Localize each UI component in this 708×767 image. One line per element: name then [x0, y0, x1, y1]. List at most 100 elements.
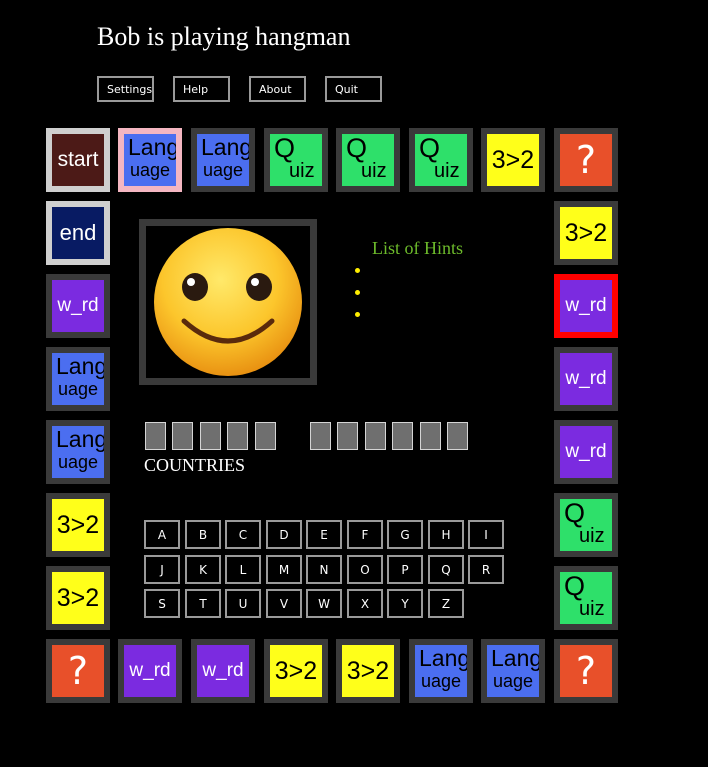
letter-key[interactable]: B — [185, 520, 221, 549]
quiz-label-top: Q — [564, 572, 586, 601]
letter-key[interactable]: G — [387, 520, 423, 549]
board-tile-language: Lang uage — [46, 420, 110, 484]
language-label-bottom: uage — [421, 671, 462, 691]
letter-key[interactable]: K — [185, 555, 221, 584]
letter-key[interactable]: Z — [428, 589, 464, 618]
greater-label: 3>2 — [560, 207, 612, 259]
language-label-top: Lang — [56, 353, 104, 379]
greater-label: 3>2 — [487, 134, 539, 186]
letter-key[interactable]: W — [306, 589, 342, 618]
letter-key[interactable]: U — [225, 589, 261, 618]
letter-key[interactable]: D — [266, 520, 302, 549]
letter-slot — [310, 422, 331, 450]
greater-label: 3>2 — [52, 572, 104, 624]
letter-slot — [145, 422, 166, 450]
board-tile-end: end — [46, 201, 110, 265]
language-label-bottom: uage — [130, 160, 171, 180]
hint-bullet — [355, 290, 360, 295]
board-tile-greater: 3>2 — [264, 639, 328, 703]
quiz-label-bottom: uiz — [434, 160, 460, 182]
board-tile-word: w_rd — [118, 639, 182, 703]
letter-key[interactable]: I — [468, 520, 504, 549]
board-tile-greater: 3>2 — [481, 128, 545, 192]
letter-key[interactable]: R — [468, 555, 504, 584]
letter-key[interactable]: L — [225, 555, 261, 584]
board-tile-greater: 3>2 — [46, 566, 110, 630]
letter-key[interactable]: X — [347, 589, 383, 618]
letter-key[interactable]: N — [306, 555, 342, 584]
quiz-label-bottom: uiz — [579, 598, 605, 620]
letter-key[interactable]: V — [266, 589, 302, 618]
board-tile-language: Lang uage — [409, 639, 473, 703]
board-tile-greater: 3>2 — [554, 201, 618, 265]
letter-key[interactable]: Y — [387, 589, 423, 618]
board-tile-quiz: Quiz — [264, 128, 328, 192]
board-tile-word: w_rd — [46, 274, 110, 338]
board-tile-language-current: Lang uage — [118, 128, 182, 192]
question-mark-icon: ? — [560, 134, 612, 186]
word-label: w_rd — [560, 280, 612, 332]
letter-key[interactable]: A — [144, 520, 180, 549]
language-label-top: Lang — [201, 134, 249, 160]
game-title: Bob is playing hangman — [97, 22, 351, 51]
board-tile-question: ? — [554, 128, 618, 192]
letter-key[interactable]: H — [428, 520, 464, 549]
board-tile-quiz: Quiz — [554, 566, 618, 630]
quiz-label-bottom: uiz — [289, 160, 315, 182]
help-button[interactable]: Help — [173, 76, 230, 102]
hint-bullet — [355, 312, 360, 317]
hint-bullet — [355, 268, 360, 273]
quiz-label-top: Q — [564, 499, 586, 528]
letter-key[interactable]: J — [144, 555, 180, 584]
letter-slot — [227, 422, 248, 450]
language-label-bottom: uage — [493, 671, 534, 691]
word-label: w_rd — [560, 353, 612, 405]
board-tile-quiz: Quiz — [336, 128, 400, 192]
letter-key[interactable]: M — [266, 555, 302, 584]
word-label: w_rd — [560, 426, 612, 478]
board-tile-start: start — [46, 128, 110, 192]
quiz-label-top: Q — [346, 134, 368, 163]
letter-key[interactable]: P — [387, 555, 423, 584]
board-tile-question: ? — [554, 639, 618, 703]
greater-label: 3>2 — [270, 645, 322, 697]
settings-button[interactable]: Settings — [97, 76, 154, 102]
board-tile-word: w_rd — [554, 420, 618, 484]
about-button[interactable]: About — [249, 76, 306, 102]
letter-key[interactable]: Q — [428, 555, 464, 584]
letter-slot — [172, 422, 193, 450]
letter-key[interactable]: S — [144, 589, 180, 618]
question-mark-icon: ? — [560, 645, 612, 697]
letter-key[interactable]: T — [185, 589, 221, 618]
board-tile-greater: 3>2 — [46, 493, 110, 557]
letter-key[interactable]: C — [225, 520, 261, 549]
board-tile-greater: 3>2 — [336, 639, 400, 703]
quit-button[interactable]: Quit — [325, 76, 382, 102]
hints-title: List of Hints — [372, 238, 464, 258]
player-portrait — [139, 219, 317, 385]
greater-label: 3>2 — [342, 645, 394, 697]
letter-slot — [255, 422, 276, 450]
language-label-top: Lang — [128, 134, 176, 160]
board-tile-word: w_rd — [554, 347, 618, 411]
language-label-bottom: uage — [58, 379, 99, 399]
word-category: COUNTRIES — [144, 455, 246, 475]
language-label-top: Lang — [491, 645, 539, 671]
question-mark-icon: ? — [52, 645, 104, 697]
quiz-label-top: Q — [274, 134, 296, 163]
quiz-label-bottom: uiz — [361, 160, 387, 182]
language-label-bottom: uage — [203, 160, 244, 180]
board-tile-word-highlighted: w_rd — [554, 274, 618, 338]
start-label: start — [52, 134, 104, 186]
quiz-label-bottom: uiz — [579, 525, 605, 547]
board-tile-question: ? — [46, 639, 110, 703]
letter-key[interactable]: F — [347, 520, 383, 549]
letter-slot — [200, 422, 221, 450]
letter-key[interactable]: O — [347, 555, 383, 584]
letter-slot — [365, 422, 386, 450]
letter-slot — [337, 422, 358, 450]
word-label: w_rd — [52, 280, 104, 332]
language-label-top: Lang — [56, 426, 104, 452]
letter-key[interactable]: E — [306, 520, 342, 549]
quiz-label-top: Q — [419, 134, 441, 163]
